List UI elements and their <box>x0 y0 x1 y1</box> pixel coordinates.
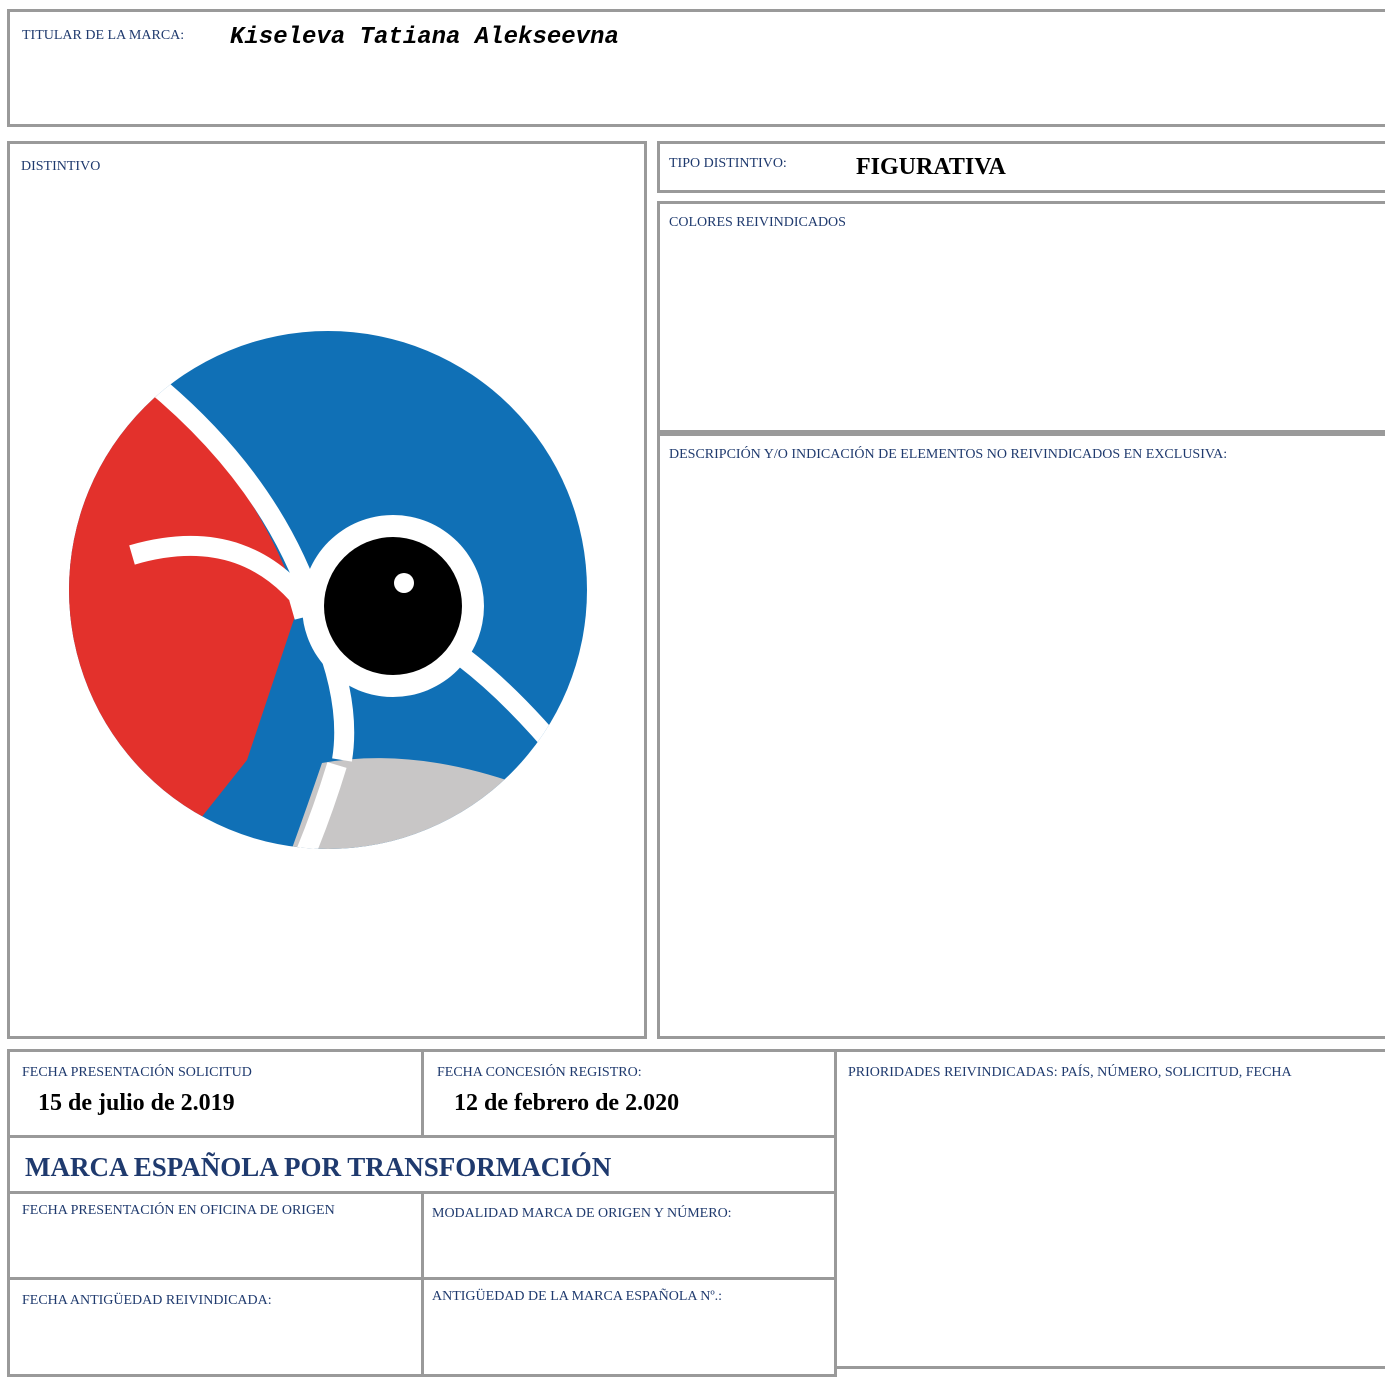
descripcion-label: DESCRIPCIÓN Y/O INDICACIÓN DE ELEMENTOS … <box>669 447 1228 462</box>
fecha-presentacion-value: 15 de julio de 2.019 <box>38 1090 235 1116</box>
colores-box: COLORES REIVINDICADOS <box>657 201 1385 433</box>
modalidad-box: MODALIDAD MARCA DE ORIGEN Y NÚMERO: <box>421 1191 837 1280</box>
titular-box: TITULAR DE LA MARCA: Kiseleva Tatiana Al… <box>7 9 1385 127</box>
antiguedad-numero-box: ANTIGÜEDAD DE LA MARCA ESPAÑOLA Nº.: <box>421 1277 837 1377</box>
fecha-concesion-box: FECHA CONCESIÓN REGISTRO: 12 de febrero … <box>421 1049 837 1138</box>
fecha-antiguedad-label: FECHA ANTIGÜEDAD REIVINDICADA: <box>22 1293 272 1308</box>
fecha-origen-box: FECHA PRESENTACIÓN EN OFICINA DE ORIGEN <box>7 1191 424 1280</box>
transformacion-title: MARCA ESPAÑOLA POR TRANSFORMACIÓN <box>25 1152 612 1182</box>
titular-value: Kiseleva Tatiana Alekseevna <box>230 24 619 51</box>
tipo-distintivo-label: TIPO DISTINTIVO: <box>669 156 787 171</box>
antiguedad-numero-label: ANTIGÜEDAD DE LA MARCA ESPAÑOLA Nº.: <box>432 1289 723 1304</box>
colores-label: COLORES REIVINDICADOS <box>669 215 846 230</box>
tipo-distintivo-value: FIGURATIVA <box>856 154 1006 180</box>
logo-eye-highlight <box>394 573 414 593</box>
fecha-concesion-value: 12 de febrero de 2.020 <box>454 1090 680 1116</box>
tipo-distintivo-box: TIPO DISTINTIVO: FIGURATIVA <box>657 141 1385 193</box>
fecha-concesion-label: FECHA CONCESIÓN REGISTRO: <box>437 1065 642 1080</box>
prioridades-label: PRIORIDADES REIVINDICADAS: PAÍS, NÚMERO,… <box>848 1065 1292 1080</box>
descripcion-box: DESCRIPCIÓN Y/O INDICACIÓN DE ELEMENTOS … <box>657 433 1385 1039</box>
trademark-logo <box>69 331 587 849</box>
logo-eye-pupil <box>324 537 462 675</box>
fecha-origen-label: FECHA PRESENTACIÓN EN OFICINA DE ORIGEN <box>22 1203 335 1218</box>
fecha-antiguedad-box: FECHA ANTIGÜEDAD REIVINDICADA: <box>7 1277 424 1377</box>
distintivo-label: DISTINTIVO <box>21 159 101 174</box>
prioridades-box: PRIORIDADES REIVINDICADAS: PAÍS, NÚMERO,… <box>834 1049 1385 1369</box>
titular-label: TITULAR DE LA MARCA: <box>22 28 185 43</box>
distintivo-box: DISTINTIVO <box>7 141 647 1039</box>
fecha-presentacion-box: FECHA PRESENTACIÓN SOLICITUD 15 de julio… <box>7 1049 424 1138</box>
fecha-presentacion-label: FECHA PRESENTACIÓN SOLICITUD <box>22 1065 252 1080</box>
transformacion-title-box: MARCA ESPAÑOLA POR TRANSFORMACIÓN <box>7 1135 837 1194</box>
modalidad-label: MODALIDAD MARCA DE ORIGEN Y NÚMERO: <box>432 1206 732 1221</box>
